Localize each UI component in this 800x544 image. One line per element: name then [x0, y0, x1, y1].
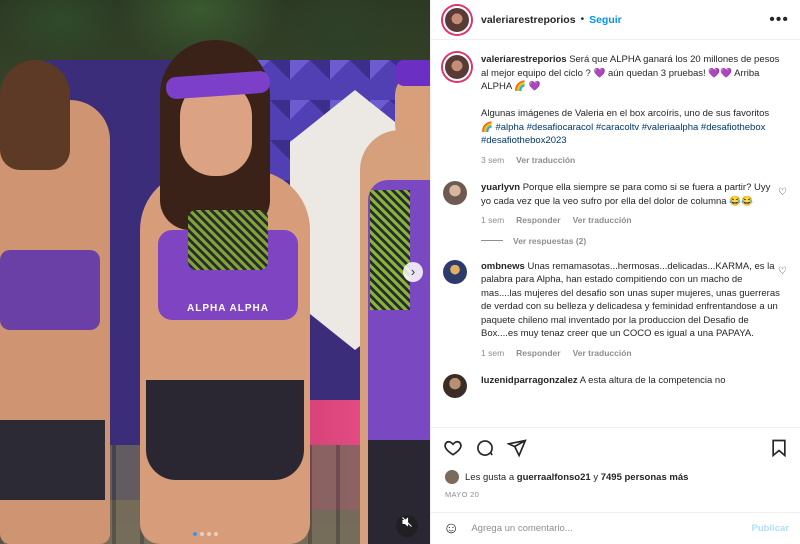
emoji-icon[interactable]: ☺	[443, 520, 459, 538]
caption-username[interactable]: valeriarestreporios	[481, 54, 567, 65]
post-date[interactable]: MAYO 20	[445, 490, 800, 499]
brand-text: ALPHA ALPHA	[187, 303, 269, 314]
comment-icon[interactable]	[475, 438, 495, 458]
post-header: valeriarestreporios • Seguir •••	[431, 0, 800, 40]
heart-icon[interactable]	[443, 438, 463, 458]
view-replies[interactable]: Ver respuestas (2)	[481, 236, 787, 246]
translate-link[interactable]: Ver traducción	[573, 214, 632, 228]
caption: valeriarestreporios Será que ALPHA ganar…	[443, 53, 787, 167]
avatar[interactable]	[443, 259, 467, 284]
likes-summary: Les gusta a guerraalfonso21 y 7495 perso…	[445, 470, 800, 484]
avatar[interactable]	[443, 53, 471, 81]
carousel-dot	[207, 532, 211, 536]
comment-text: A esta altura de la competencia no	[579, 375, 726, 386]
replies-line	[481, 240, 503, 241]
caption-time[interactable]: 3 sem	[481, 154, 504, 168]
avatar[interactable]	[443, 374, 467, 398]
likes-middle: y	[593, 471, 599, 483]
comment-text: Porque ella siempre se para como si se f…	[481, 182, 771, 207]
comment-username[interactable]: ombnews	[481, 261, 525, 272]
carousel-dots	[193, 532, 218, 536]
view-replies-label[interactable]: Ver respuestas (2)	[513, 236, 586, 246]
avatar[interactable]	[443, 181, 467, 205]
likes-count[interactable]: 7495 personas más	[601, 472, 689, 483]
separator-dot: •	[580, 14, 585, 25]
post-panel: valeriarestreporios • Seguir ••• valeria…	[430, 0, 800, 544]
person-right	[340, 60, 430, 544]
comment: luzenidparragonzalez A esta altura de la…	[443, 374, 787, 398]
like-comment-icon[interactable]: ♡	[778, 187, 787, 198]
like-comment-icon[interactable]: ♡	[778, 266, 787, 277]
liker-username[interactable]: guerraalfonso21	[517, 472, 591, 483]
post-button[interactable]: Publicar	[752, 523, 790, 534]
reply-button[interactable]: Responder	[516, 347, 560, 361]
avatar[interactable]	[443, 5, 471, 34]
reply-button[interactable]: Responder	[516, 214, 560, 228]
comment-time[interactable]: 1 sem	[481, 347, 504, 361]
person-center: ALPHA ALPHA	[100, 30, 340, 544]
post-media[interactable]: ALPHA ALPHA ›	[0, 0, 430, 544]
comment: yuarlyvn Porque ella siempre se para com…	[443, 181, 787, 228]
likes-prefix: Les gusta a	[465, 471, 515, 483]
translate-link[interactable]: Ver traducción	[573, 347, 632, 361]
comment-time[interactable]: 1 sem	[481, 214, 504, 228]
more-icon[interactable]: •••	[769, 11, 789, 29]
add-comment-bar: ☺ Publicar	[431, 512, 800, 544]
translate-link[interactable]: Ver traducción	[516, 154, 575, 168]
comment: ombnews Unas remamasotas...hermosas...de…	[443, 259, 787, 361]
chevron-right-icon[interactable]: ›	[403, 262, 423, 282]
comment-username[interactable]: luzenidparragonzalez	[481, 375, 578, 386]
header-username[interactable]: valeriarestreporios	[481, 14, 576, 26]
liker-avatar[interactable]	[445, 470, 459, 484]
carousel-dot	[214, 532, 218, 536]
comment-text: Unas remamasotas...hermosas...delicadas.…	[481, 260, 780, 340]
carousel-dot	[193, 532, 197, 536]
carousel-dot	[200, 532, 204, 536]
share-icon[interactable]	[507, 438, 527, 458]
comments-list[interactable]: valeriarestreporios Será que ALPHA ganar…	[431, 41, 800, 427]
comment-username[interactable]: yuarlyvn	[481, 182, 520, 193]
mute-icon[interactable]	[396, 515, 418, 537]
follow-button[interactable]: Seguir	[589, 14, 622, 26]
comment-input[interactable]	[471, 523, 732, 534]
bookmark-icon[interactable]	[769, 438, 789, 458]
caption-hashtags[interactable]: #alpha #desafiocaracol #caracoltv #valer…	[481, 122, 765, 147]
